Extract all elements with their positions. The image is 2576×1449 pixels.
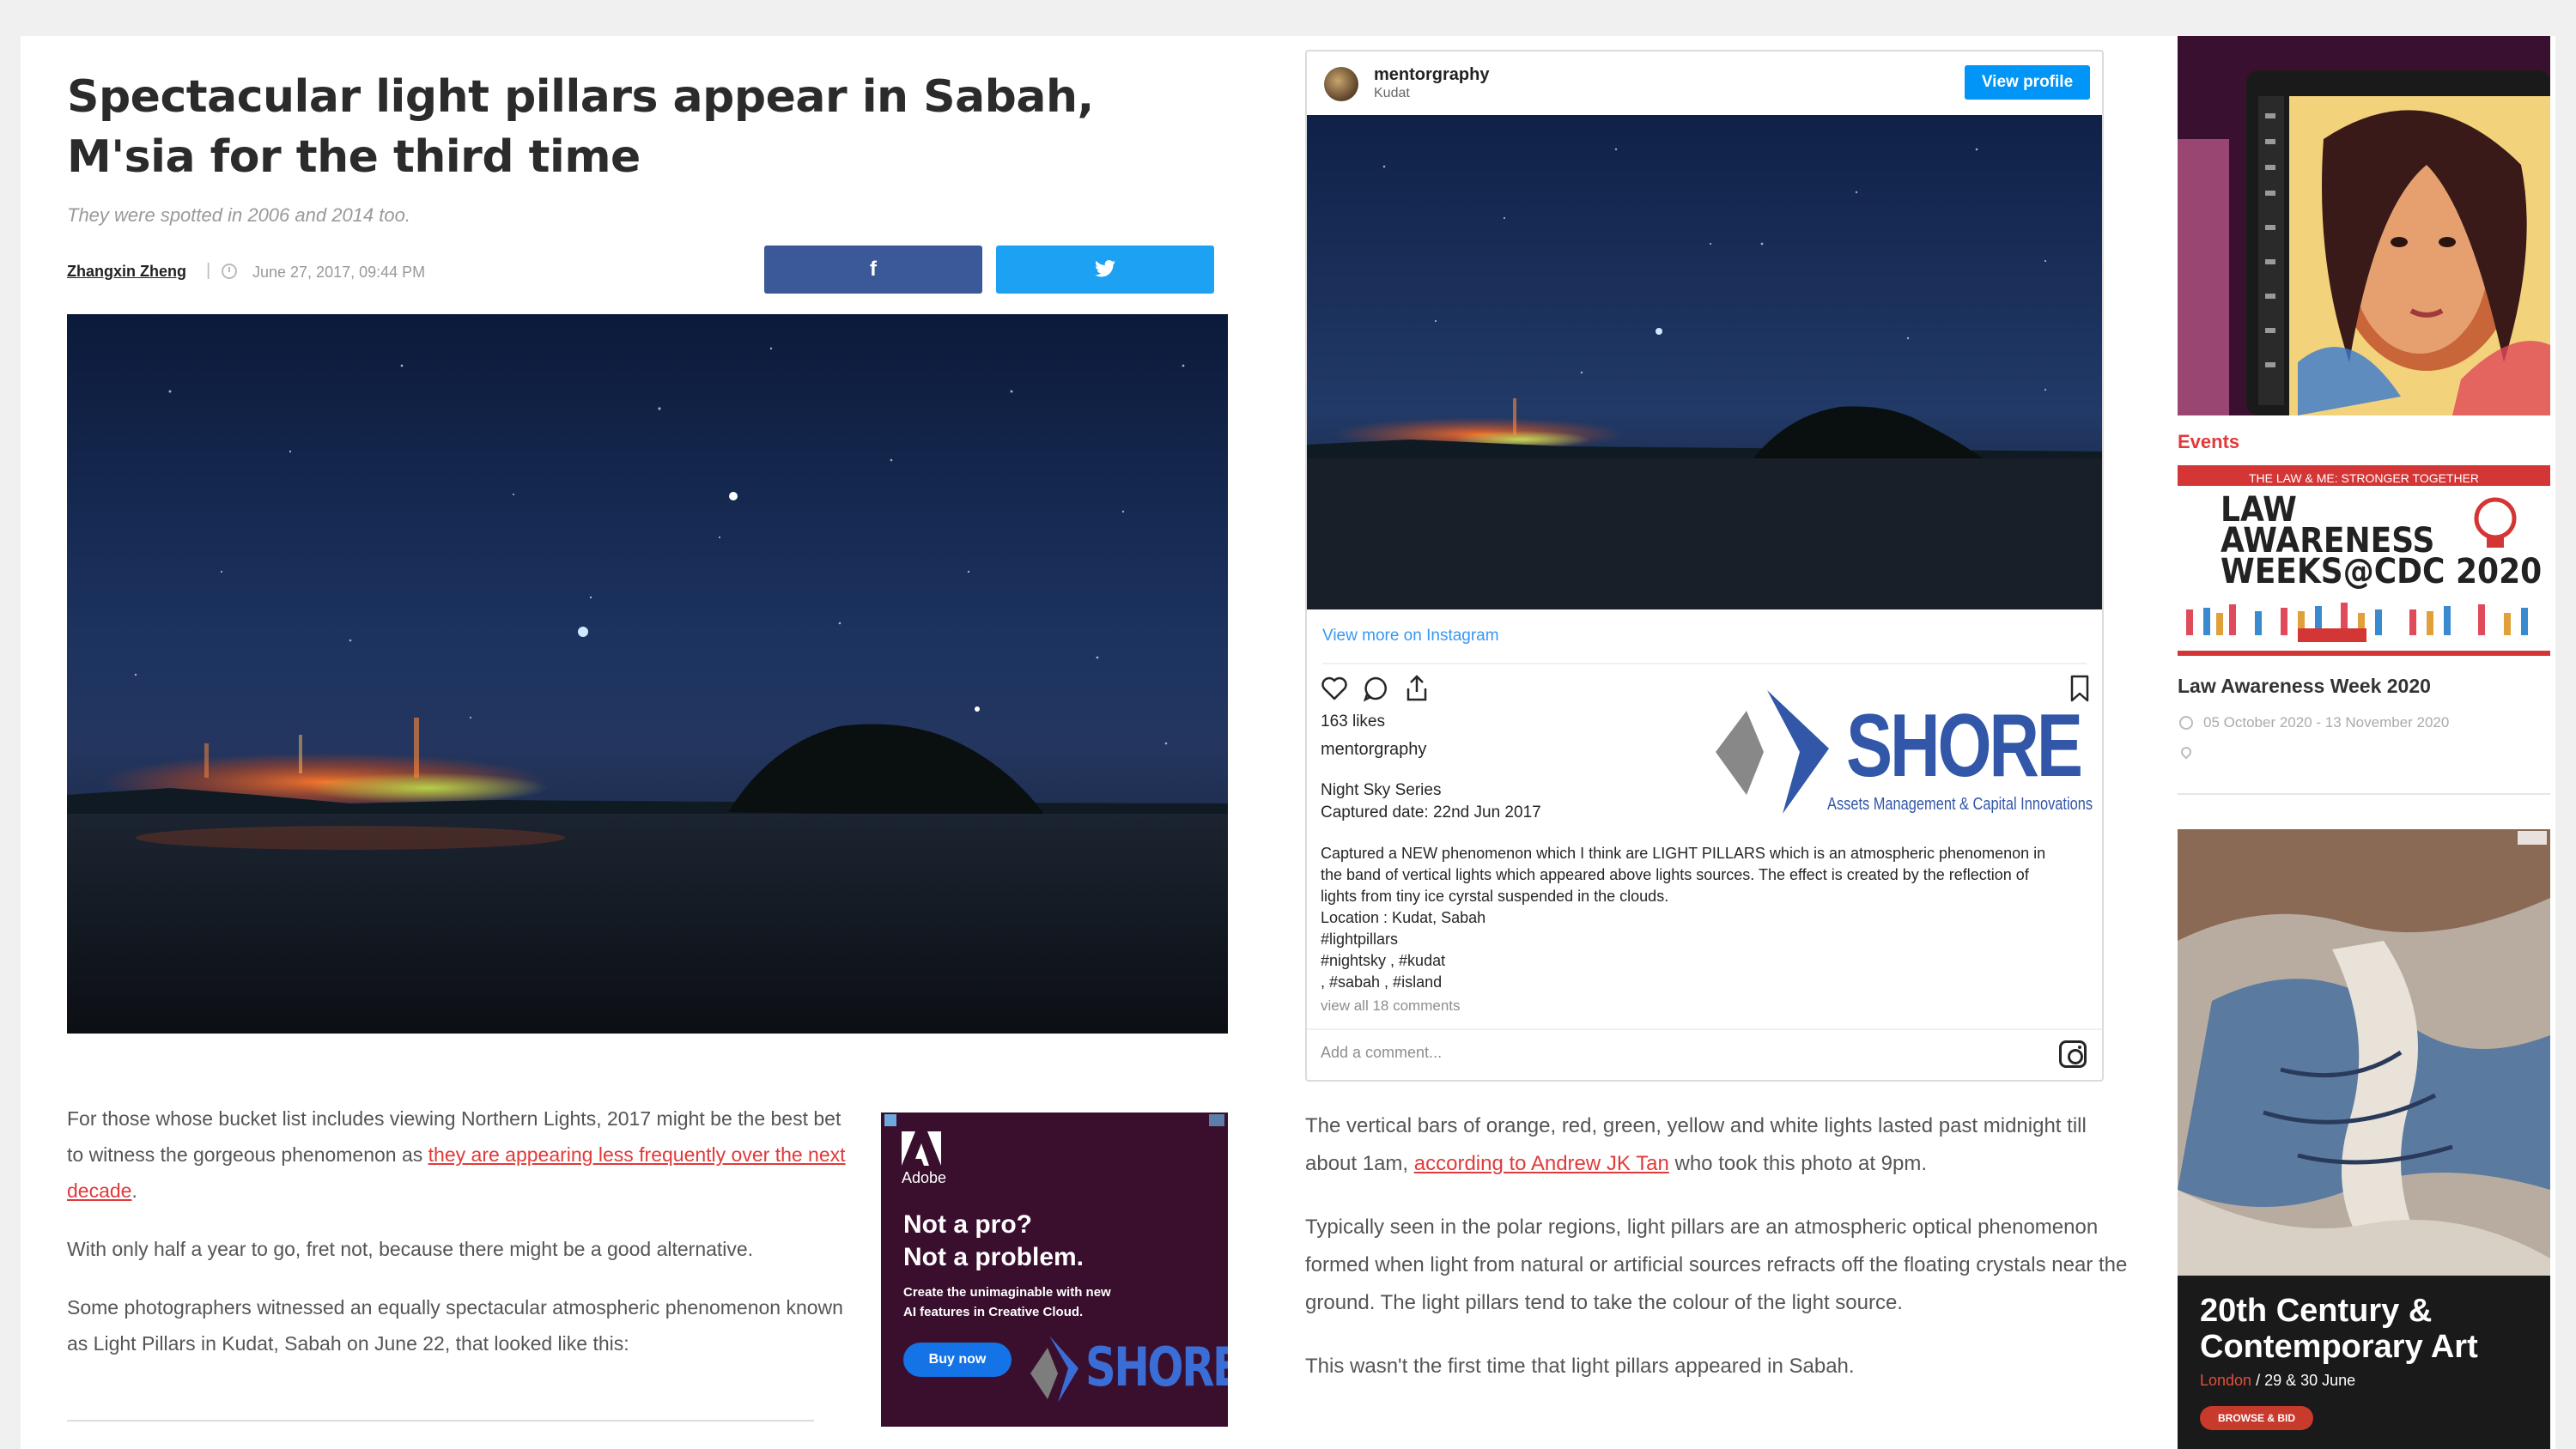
article-title: Spectacular light pillars appear in Saba… <box>67 71 1094 183</box>
article-meta: Zhangxin Zheng | June 27, 2017, 09:44 PM… <box>67 246 1228 297</box>
hashtag-line[interactable]: , #sabah , #island <box>1321 972 2059 993</box>
article-header: Spectacular light pillars appear in Saba… <box>67 67 1228 297</box>
auction-art-ad[interactable]: 20th Century & Contemporary Art London / … <box>2178 829 2550 1449</box>
adobe-brand-label: Adobe <box>902 1169 947 1186</box>
instagram-divider <box>1307 1028 2102 1030</box>
shore-mark-icon <box>1716 690 1829 814</box>
publish-date: June 27, 2017, 09:44 PM <box>252 264 426 281</box>
view-all-comments-link[interactable]: view all 18 comments <box>1321 997 1461 1015</box>
author-link[interactable]: Zhangxin Zheng <box>67 263 186 281</box>
caption-series: Night Sky Series Captured date: 22nd Jun … <box>1321 781 1541 822</box>
instagram-logo-icon[interactable] <box>2059 1040 2087 1068</box>
meta-separator: | <box>206 261 211 280</box>
share-icon[interactable] <box>1401 673 1432 704</box>
instagram-location[interactable]: Kudat <box>1374 86 1410 101</box>
sidebar-divider <box>2178 793 2550 795</box>
adobe-logo-icon <box>902 1131 941 1166</box>
paragraph-alternative: With only half a year to go, fret not, b… <box>67 1238 754 1260</box>
shore-wordmark: SHORE <box>1846 696 2083 796</box>
paragraph-duration: The vertical bars of orange, red, green,… <box>1305 1114 2087 1175</box>
events-heading: Events <box>2178 431 2240 452</box>
likes-count: 163 likes <box>1321 712 1385 731</box>
clock-icon <box>222 264 237 279</box>
hero-photo-light-pillars <box>67 314 1228 1034</box>
ad-subtext: Create the unimaginable with new AI featu… <box>903 1285 1111 1319</box>
paragraph-history: This wasn't the first time that light pi… <box>1305 1355 1855 1378</box>
clock-icon <box>2179 716 2193 730</box>
instagram-username[interactable]: mentorgraphy <box>1374 65 1489 85</box>
view-profile-button[interactable]: View profile <box>1965 65 2090 100</box>
ad-headline: Not a pro? Not a problem. <box>903 1210 1084 1271</box>
location-pin-icon <box>2178 744 2194 760</box>
crowd-illustration <box>2186 603 2528 642</box>
caption-text: Captured a NEW phenomenon which I think … <box>1321 843 2059 993</box>
instagram-divider <box>1322 663 2087 664</box>
facebook-share-button[interactable]: f <box>764 246 982 294</box>
paragraph-intro: For those whose bucket list includes vie… <box>67 1107 846 1202</box>
banner-tagline: THE LAW & ME: STRONGER TOGETHER <box>2178 470 2550 486</box>
adchoices-icon[interactable] <box>884 1114 896 1126</box>
auction-ad-title: 20th Century & Contemporary Art <box>2200 1293 2478 1365</box>
comment-icon[interactable] <box>1360 673 1391 704</box>
article-subtitle: They were spotted in 2006 and 2014 too. <box>67 204 410 226</box>
article-body-left: For those whose bucket list includes vie… <box>67 1100 848 1384</box>
view-more-link[interactable]: View more on Instagram <box>1322 627 1499 646</box>
content-divider <box>67 1420 814 1422</box>
twitter-share-button[interactable] <box>996 246 1214 294</box>
andrew-tan-link[interactable]: according to Andrew JK Tan <box>1414 1152 1669 1175</box>
browse-bid-button[interactable]: BROWSE & BID <box>2200 1406 2313 1430</box>
tablet-art-ad[interactable] <box>2178 36 2550 415</box>
auction-ad-location: London / 29 & 30 June <box>2200 1372 2356 1389</box>
sidebar: Events THE LAW & ME: STRONGER TOGETHER L… <box>2178 36 2550 1449</box>
lightbulb-icon <box>2474 497 2517 548</box>
ad-close-icon[interactable] <box>1209 1114 1224 1126</box>
shore-tagline: Assets Management & Capital Innovations <box>1827 795 2093 814</box>
buy-now-button[interactable]: Buy now <box>903 1343 1012 1377</box>
shore-mark-icon <box>1030 1336 1078 1403</box>
caption-username[interactable]: mentorgraphy <box>1321 740 1426 760</box>
avatar[interactable] <box>1324 67 1358 101</box>
adchoices-icon[interactable] <box>2518 831 2547 845</box>
event-date: 05 October 2020 - 13 November 2020 <box>2203 714 2450 731</box>
ad-shore-wordmark: SHORE <box>1085 1336 1228 1398</box>
article-body-right: The vertical bars of orange, red, green,… <box>1305 1107 2138 1411</box>
event-title-link[interactable]: Law Awareness Week 2020 <box>2178 675 2431 698</box>
instagram-photo[interactable] <box>1307 115 2102 609</box>
paragraph-kudat: Some photographers witnessed an equally … <box>67 1296 843 1355</box>
hashtag-line[interactable]: #lightpillars <box>1321 929 2059 950</box>
paragraph-explanation: Typically seen in the polar regions, lig… <box>1305 1216 2128 1314</box>
shore-logo: SHORE Assets Management & Capital Innova… <box>1707 685 2093 822</box>
banner-line-weeks: WEEKS@CDC 2020 <box>2221 552 2543 591</box>
law-awareness-banner[interactable]: THE LAW & ME: STRONGER TOGETHER LAW AWAR… <box>2178 465 2550 656</box>
hashtag-line[interactable]: #nightsky , #kudat <box>1321 950 2059 972</box>
twitter-bird-icon <box>1095 260 1115 277</box>
adobe-ad[interactable]: Adobe Not a pro? Not a problem. Create th… <box>881 1113 1228 1427</box>
instagram-embed: mentorgraphy Kudat View profile View mor… <box>1305 50 2104 1082</box>
add-comment-field[interactable]: Add a comment... <box>1321 1044 1442 1062</box>
heart-icon[interactable] <box>1319 673 1350 704</box>
